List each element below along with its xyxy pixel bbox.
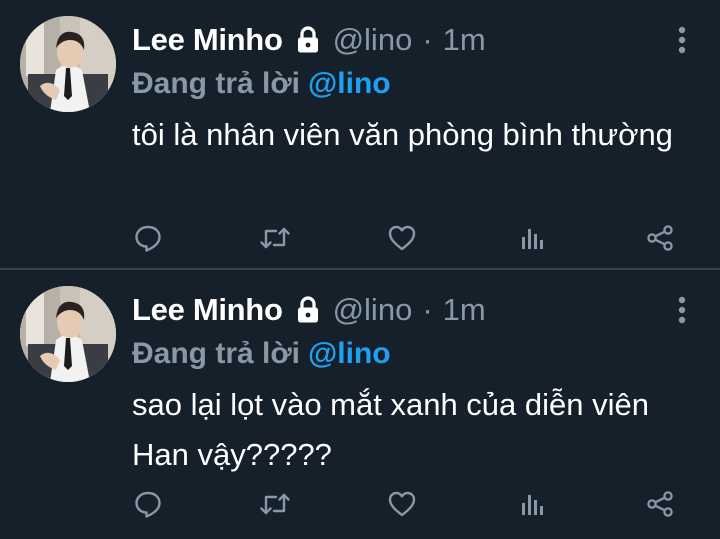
like-button[interactable] bbox=[384, 222, 420, 258]
bar-chart-icon bbox=[517, 489, 547, 524]
lock-icon bbox=[295, 295, 321, 325]
retweet-icon bbox=[259, 223, 291, 258]
retweet-icon bbox=[259, 489, 291, 524]
analytics-button[interactable] bbox=[514, 488, 550, 524]
comment-icon bbox=[133, 223, 163, 258]
tweet-actions bbox=[0, 222, 720, 258]
avatar-photo bbox=[20, 16, 116, 112]
tweet-actions bbox=[0, 488, 720, 524]
heart-icon bbox=[387, 489, 417, 524]
tweet-timestamp[interactable]: 1m bbox=[443, 292, 486, 328]
comment-icon bbox=[133, 489, 163, 524]
tweet[interactable]: Lee Minho @lino · 1m Đang trả lời @lino bbox=[0, 0, 720, 268]
tweet-text: sao lại lọt vào mắt xanh của diễn viên H… bbox=[132, 387, 649, 472]
bar-chart-icon bbox=[517, 223, 547, 258]
replying-to: Đang trả lời @lino bbox=[132, 334, 391, 374]
author-name[interactable]: Lee Minho bbox=[132, 22, 283, 58]
tweet-text: tôi là nhân viên văn phòng bình thường bbox=[132, 117, 673, 152]
more-vertical-icon[interactable] bbox=[678, 294, 686, 326]
avatar-photo bbox=[20, 286, 116, 382]
replying-to-handle[interactable]: @lino bbox=[308, 67, 391, 101]
avatar[interactable] bbox=[20, 286, 116, 382]
avatar[interactable] bbox=[20, 16, 116, 112]
separator-dot: · bbox=[422, 292, 433, 327]
replying-to-label: Đang trả lời bbox=[132, 67, 301, 100]
lock-icon bbox=[295, 25, 321, 55]
reply-button[interactable] bbox=[130, 222, 166, 258]
retweet-button[interactable] bbox=[257, 488, 293, 524]
tweet[interactable]: Lee Minho @lino · 1m Đang trả lời @lino bbox=[0, 270, 720, 539]
separator-dot: · bbox=[422, 22, 433, 57]
reply-button[interactable] bbox=[130, 488, 166, 524]
tweet-timestamp[interactable]: 1m bbox=[443, 22, 486, 58]
analytics-button[interactable] bbox=[514, 222, 550, 258]
tweet-header: Lee Minho @lino · 1m bbox=[132, 18, 486, 62]
tweet-header: Lee Minho @lino · 1m bbox=[132, 288, 486, 332]
replying-to: Đang trả lời @lino bbox=[132, 64, 391, 104]
like-button[interactable] bbox=[384, 488, 420, 524]
share-button[interactable] bbox=[642, 488, 678, 524]
tweet-feed: Lee Minho @lino · 1m Đang trả lời @lino bbox=[0, 0, 720, 539]
retweet-button[interactable] bbox=[257, 222, 293, 258]
share-icon bbox=[645, 223, 675, 258]
heart-icon bbox=[387, 223, 417, 258]
share-button[interactable] bbox=[642, 222, 678, 258]
author-name[interactable]: Lee Minho bbox=[132, 292, 283, 328]
more-vertical-icon[interactable] bbox=[678, 24, 686, 56]
replying-to-handle[interactable]: @lino bbox=[308, 337, 391, 371]
share-icon bbox=[645, 489, 675, 524]
replying-to-label: Đang trả lời bbox=[132, 337, 301, 370]
author-handle[interactable]: @lino bbox=[333, 292, 413, 328]
author-handle[interactable]: @lino bbox=[333, 22, 413, 58]
